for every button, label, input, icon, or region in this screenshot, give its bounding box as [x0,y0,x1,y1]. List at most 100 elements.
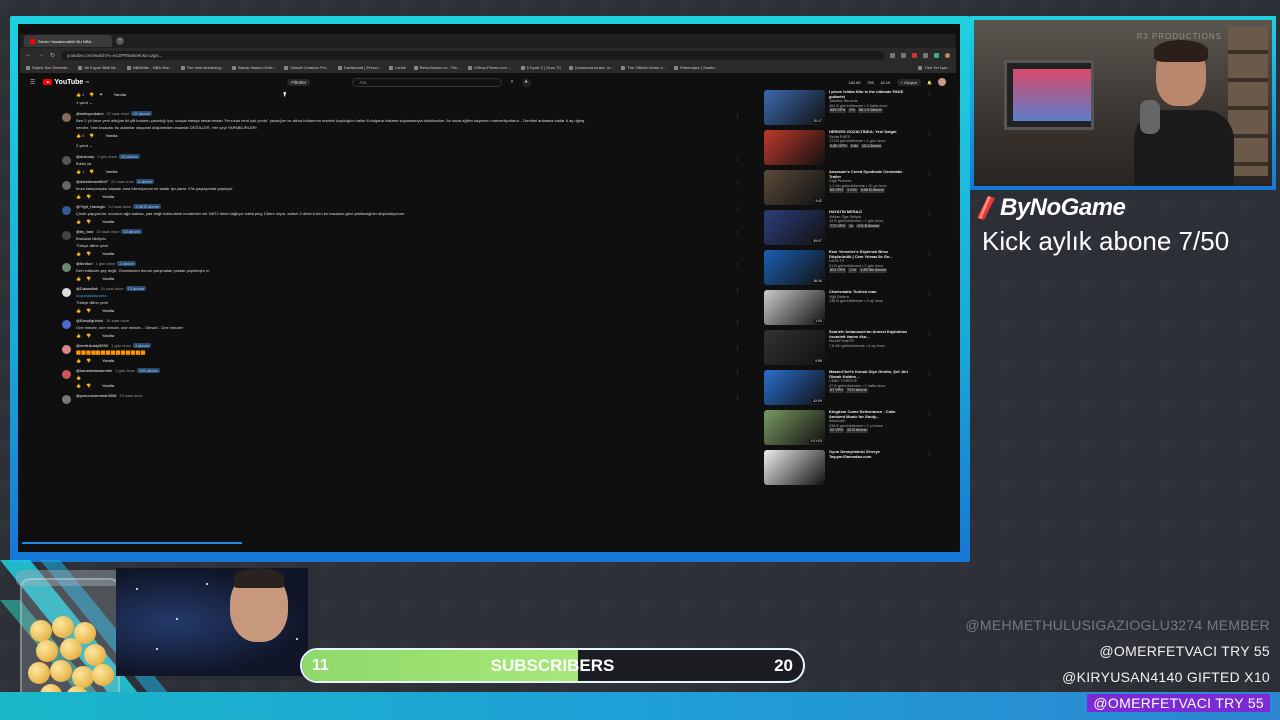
bookmark-item[interactable]: The best streaming... [181,65,225,70]
bookmark-item[interactable]: Lunkit [389,65,406,70]
video-thumbnail[interactable] [764,450,825,485]
dislike-icon[interactable]: 👎 [86,383,91,388]
dislike-icon[interactable]: 👎 [86,333,91,338]
more-options-icon[interactable]: ⋮ [927,171,932,177]
reply-button[interactable]: Yanıtla [105,133,117,138]
video-thumbnail[interactable]: 2:01:03 [764,410,825,445]
more-options-icon[interactable]: ⋮ [735,113,740,119]
comment-author[interactable]: @Yigit_Hacioglu [76,204,105,209]
more-options-icon[interactable]: ⋮ [927,91,932,97]
more-options-icon[interactable]: ⋮ [735,231,740,237]
youtube-logo[interactable]: YouTube TR [43,79,89,86]
video-title[interactable]: Assassin's Creed Syndicate Cinematic Tra… [829,170,911,179]
dislike-icon[interactable]: 👎 [89,133,94,138]
notifications-icon[interactable]: 🔔 [927,80,932,85]
video-title[interactable]: MasterChef'e Konuk Diye Girdim, Şef Jüri… [829,370,911,379]
related-video[interactable]: HERKES GÖZALTINDA: Yeni Dalga! Sedat ENES… [764,130,934,167]
reply-button[interactable]: Yanıtla [102,333,114,338]
like-icon[interactable]: 👍 [76,251,81,256]
back-icon[interactable]: ← [26,52,32,58]
bookmark-item[interactable]: Ali Koyun Bildi Mi... [78,65,118,70]
video-title[interactable]: Eser Yenenler'e Söylenek Birsz Düşünürül… [829,250,911,259]
extension-icon[interactable] [890,52,895,58]
video-title[interactable]: Kingdom Come Deliverance - Calm Ambient … [829,410,911,419]
like-icon[interactable]: 👍 [76,383,81,388]
comment-author[interactable]: @yusuonverrsedr4968 [76,393,117,398]
more-options-icon[interactable]: ⋮ [927,291,932,297]
replies-toggle[interactable]: 2 yanıt ⌄ [76,143,740,148]
comment-author[interactable]: @selinyurdakul [76,111,103,116]
comment-time[interactable]: 14 saat önce [108,204,131,209]
commenter-avatar[interactable] [62,320,71,329]
related-video[interactable]: 4:42 Assassin's Creed Syndicate Cinematic… [764,170,934,207]
video-thumbnail[interactable]: 42:09 [764,370,825,405]
related-video[interactable]: 36:34 Eser Yenenler'e Söylenek Birsz Düşü… [764,250,934,287]
more-options-icon[interactable]: ⋮ [735,370,740,376]
comment-time[interactable]: 1 gün önce [97,154,117,159]
more-options-icon[interactable]: ⋮ [927,251,932,257]
commenter-avatar[interactable] [62,113,71,122]
commenter-avatar[interactable] [62,156,71,165]
dislike-icon[interactable]: 👎 [89,92,94,97]
filters-button[interactable]: Filtreler [287,78,311,86]
like-icon[interactable]: 👍 [76,219,81,224]
comment-author[interactable]: @darkdream8647 [76,179,108,184]
extension-icon[interactable] [912,52,917,58]
like-icon[interactable]: 👍 1 [76,169,84,174]
video-thumbnail[interactable]: 39:07 [764,210,825,245]
reply-button[interactable]: Yanıtla [102,276,114,281]
dislike-icon[interactable]: 👎 [86,194,91,199]
more-options-icon[interactable]: ⋮ [735,263,740,269]
comment-time[interactable]: 1 gün önce [115,368,135,373]
comment-author[interactable]: @Dalsedlalt [76,286,98,291]
more-options-icon[interactable]: ⋮ [927,451,932,457]
comment-author[interactable]: @tbr4furi [76,261,93,266]
bookmark-item[interactable]: Dashboard | Prezzi... [338,65,381,70]
video-thumbnail[interactable] [764,130,825,165]
new-tab-icon[interactable]: + [116,37,124,45]
commenter-avatar[interactable] [62,345,71,354]
dislike-icon[interactable]: 👎 [86,358,91,363]
video-title[interactable]: Scarlett Johansson'an Annesi Kaybolduz #… [829,330,911,339]
microphone-icon[interactable]: ● [521,77,531,87]
comment-time[interactable]: 22 saat önce [120,393,143,398]
video-thumbnail[interactable]: 4:42 [764,170,825,205]
search-icon[interactable]: ⌕ [510,79,513,86]
video-thumbnail[interactable]: 20:17 [764,90,825,125]
bookmark-item[interactable]: RetroGames.cc - Pla... [414,65,460,70]
reply-button[interactable]: Yanıtla [105,169,117,174]
video-thumbnail[interactable]: 1:00 [764,290,825,325]
more-options-icon[interactable]: ⋮ [735,320,740,326]
like-icon[interactable]: 👍 4 [76,92,84,97]
bookmark-item[interactable]: eShop-Prices.com -... [468,65,512,70]
forward-icon[interactable]: → [38,52,44,58]
all-bookmarks[interactable]: Tüm Yer İşar... [918,65,950,70]
bookmark-item[interactable]: Download music, m... [569,65,613,70]
commenter-avatar[interactable] [62,231,71,240]
comment-author[interactable]: @dukmay [76,154,94,159]
video-thumbnail[interactable]: 36:34 [764,250,825,285]
extension-icon[interactable] [901,52,906,58]
like-icon[interactable]: 👍 [76,333,81,338]
dislike-icon[interactable]: 👎 [86,251,91,256]
bookmark-item[interactable]: Patreonpor | Seafer... [674,65,718,70]
replies-toggle[interactable]: 1 yanıt ⌄ [76,100,740,105]
related-video[interactable]: 0:59 Scarlett Johansson'an Annesi Kaybold… [764,330,934,367]
related-video[interactable]: 39:07 HAYATIN MESAJI Volkan Öge Seliyor 43 … [764,210,934,247]
comment-time[interactable]: 20 saat önce [96,229,119,234]
dislike-icon[interactable]: 👎 [86,219,91,224]
related-video[interactable]: 42:09 MasterChef'e Konuk Diye Girdim, Şef… [764,370,934,407]
commenter-avatar[interactable] [62,288,71,297]
search-input[interactable]: Ara [352,77,503,87]
more-options-icon[interactable]: ⋮ [927,331,932,337]
reply-button[interactable]: Yanıtla [102,251,114,256]
more-options-icon[interactable]: ⋮ [927,131,932,137]
more-options-icon[interactable]: ⋮ [735,206,740,212]
bookmark-item[interactable]: The Official Home o... [621,65,666,70]
comment-time[interactable]: 16 saat önce [106,318,129,323]
bookmark-item[interactable]: 5 Sport 2 | Zeus TV [521,65,562,70]
related-video[interactable]: 20:17 I prove Ichika Nito is the ultimate… [764,90,934,127]
comment-author[interactable]: @karambakaremble [76,368,112,373]
more-options-icon[interactable]: ⋮ [735,156,740,162]
comment-author[interactable]: @melinkutay5590 [76,343,108,348]
